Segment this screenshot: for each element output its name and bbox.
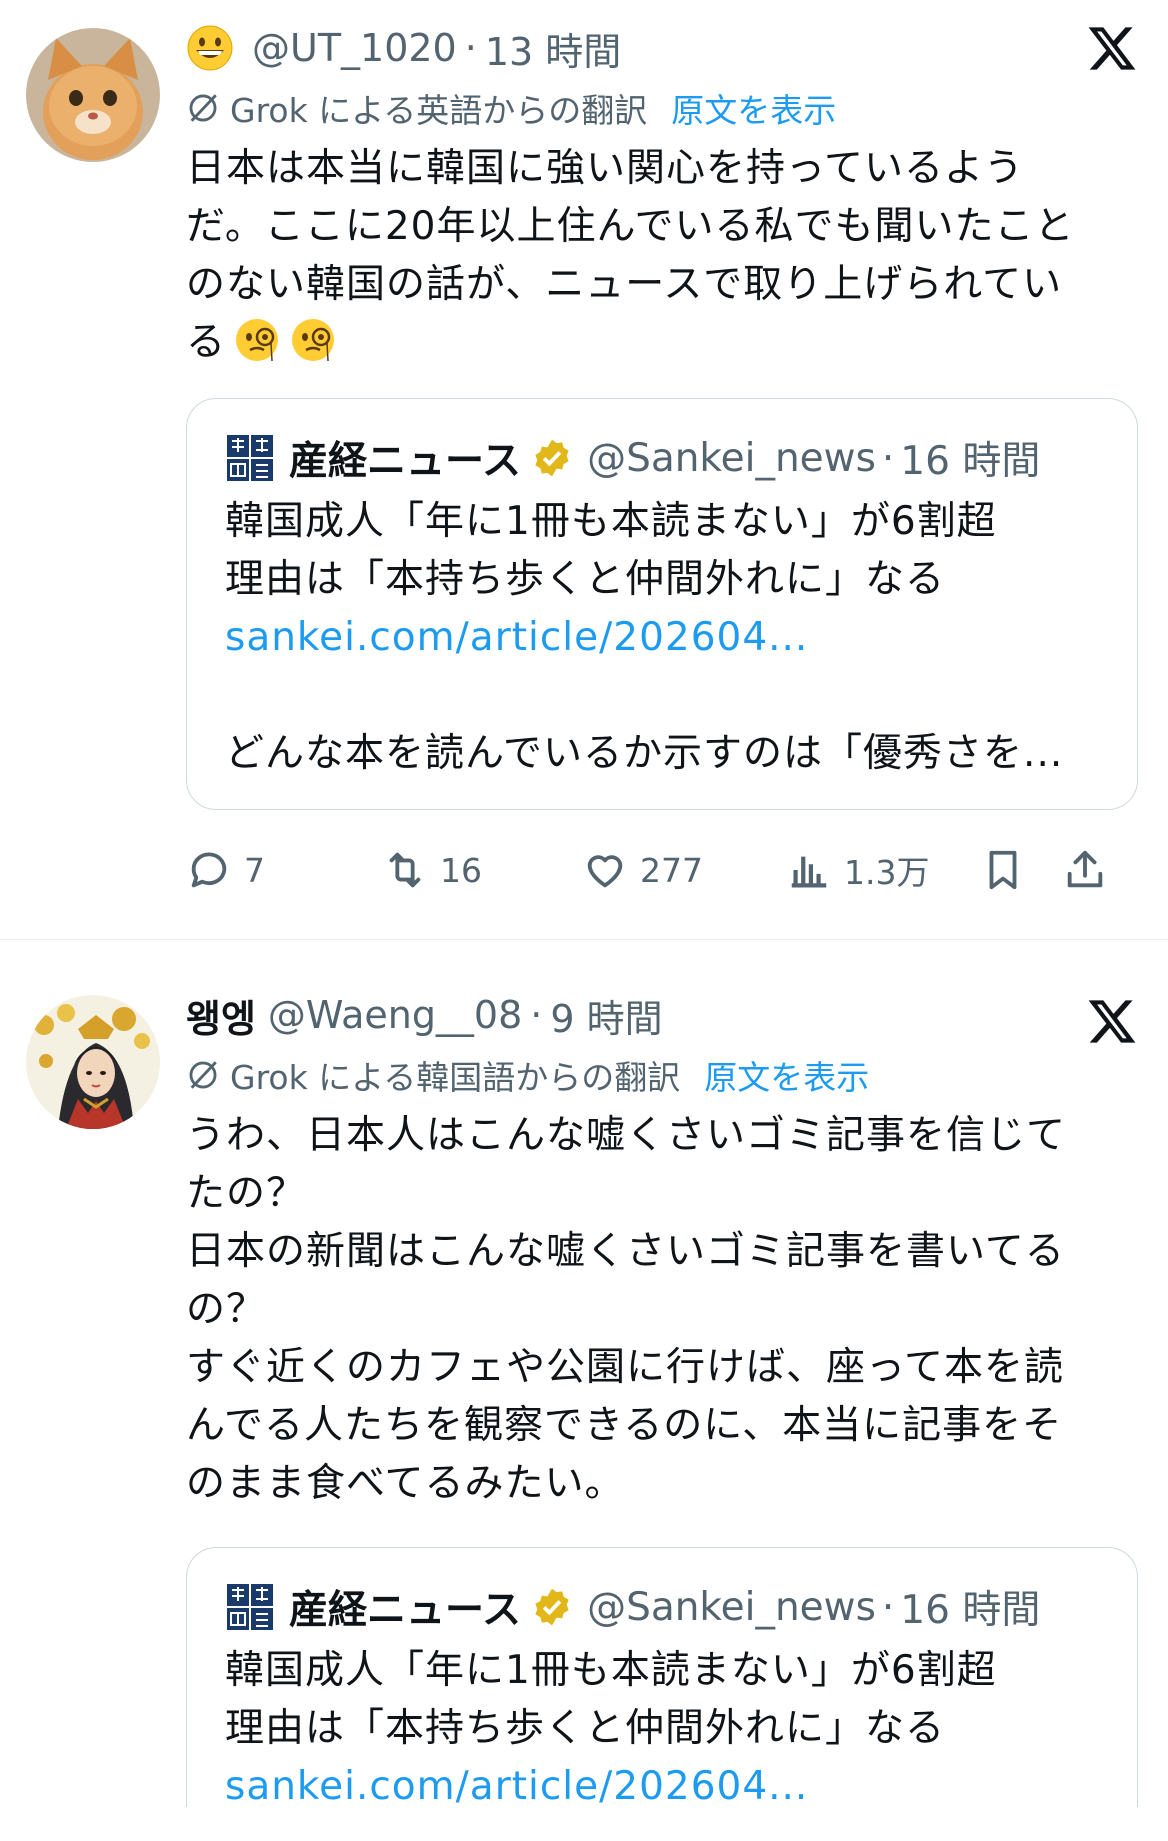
separator-dot: · [464,26,477,70]
tweet-line: 日本は本当に韓国に強い関心を持っているよう [186,146,1025,191]
illustrated-avatar-icon [26,995,160,1129]
verified-badge-icon [535,1588,569,1626]
tweet-line-last: る [186,314,1140,372]
share-icon [1067,850,1103,888]
translation-bar: Grok による韓国語からの翻訳 原文を表示 [186,1047,1140,1103]
like-button[interactable]: 277 [582,847,786,893]
x-logo-icon[interactable] [1086,995,1138,1047]
tweet-line: のまま食べてるみたい。 [186,1461,625,1506]
separator-dot: · [530,993,543,1037]
quoted-tweet[interactable]: 産経ニュース @Sankei_news · 16 時間 韓国成人「年に1冊も本読… [186,1547,1138,1809]
quoted-tweet-body: 韓国成人「年に1冊も本読まない」が6割超 理由は「本持ち歩くと仲間外れに」なる … [225,493,1099,783]
quoted-user-name[interactable]: 産経ニュース [289,1579,521,1635]
avatar[interactable] [26,995,160,1129]
quoted-tweet[interactable]: 産経ニュース @Sankei_news · 16 時間 韓国成人「年に1冊も本読… [186,398,1138,810]
repost-count: 16 [440,850,482,890]
tweet-header: @UT_1020 · 13 時間 [186,18,1140,78]
reply-button[interactable]: 7 [186,847,382,893]
user-handle[interactable]: @Waeng__08 [268,993,522,1037]
quoted-timestamp[interactable]: 16 時間 [900,430,1040,486]
avatar[interactable] [26,28,160,162]
bookmark-icon [989,850,1017,890]
heart-icon [587,855,623,888]
tweet-body: 日本は本当に韓国に強い関心を持っているよう だ。ここに20年以上住んでいる私でも… [186,140,1140,372]
quoted-line: 韓国成人「年に1冊も本読まない」が6割超 [225,499,997,544]
tweet-header: 왱엥 @Waeng__08 · 9 時間 [186,985,1140,1045]
tweet-line: のない韓国の話が、ニュースで取り上げられてい [186,262,1063,307]
face-with-monocle-icon [236,319,279,362]
tweet-line: る [186,320,227,365]
quoted-tweet-header: 産経ニュース @Sankei_news · 16 時間 [225,1578,1099,1636]
sankei-logo-icon[interactable] [225,433,275,483]
timestamp[interactable]: 13 時間 [485,21,621,76]
article-link[interactable]: sankei.com/article/202604... [225,609,1099,667]
grok-icon [189,1061,217,1089]
views-button[interactable]: 1.3万 [786,846,980,894]
grok-icon [189,94,217,122]
translation-note: Grok による韓国語からの翻訳 [230,1058,681,1097]
action-bar: 7 16 277 1.3万 [186,830,1140,910]
article-link[interactable]: sankei.com/article/202604... [225,1758,1099,1816]
timestamp[interactable]: 9 時間 [550,988,662,1043]
view-count: 1.3万 [844,853,930,892]
separator-dot: · [881,1584,895,1630]
user-name[interactable]: 왱엥 [186,988,256,1043]
like-count: 277 [640,850,703,890]
quoted-user-handle[interactable]: @Sankei_news [587,436,876,481]
share-button[interactable] [1062,847,1120,893]
x-logo-icon[interactable] [1086,22,1138,74]
tweet-line: の？ [186,1287,267,1332]
user-handle[interactable]: @UT_1020 [252,26,457,70]
tweet-line: 日本の新聞はこんな嘘くさいゴミ記事を書いてる [186,1229,1065,1274]
quoted-user-name[interactable]: 産経ニュース [289,430,521,486]
show-original-link[interactable]: 原文を表示 [671,84,836,132]
verified-badge-icon [535,439,569,477]
grinning-face-icon [187,25,233,71]
bookmark-button[interactable] [980,847,1062,893]
translation-note: Grok による英語からの翻訳 [230,91,648,130]
tweet-line: うわ、日本人はこんな嘘くさいゴミ記事を信じて [186,1113,1067,1158]
reply-count: 7 [244,850,265,890]
sankei-logo-icon[interactable] [225,1582,275,1632]
analytics-icon [791,856,827,888]
quoted-timestamp[interactable]: 16 時間 [900,1579,1040,1635]
tweet-line: だ。ここに20年以上住んでいる私でも聞いたこと [186,204,1075,249]
quoted-tweet-body: 韓国成人「年に1冊も本読まない」が6割超 理由は「本持ち歩くと仲間外れに」なる … [225,1642,1099,1816]
tweet-body: うわ、日本人はこんな嘘くさいゴミ記事を信じて たの？ 日本の新聞はこんな嘘くさい… [186,1107,1140,1513]
tweet-line: たの？ [186,1171,307,1216]
quoted-line: 理由は「本持ち歩くと仲間外れに」なる [225,1706,946,1751]
tweet[interactable]: 왱엥 @Waeng__08 · 9 時間 Grok による韓国語からの翻訳 原文… [0,985,1168,1809]
tweet[interactable]: @UT_1020 · 13 時間 Grok による英語からの翻訳 原文を表示 日… [0,0,1168,940]
quoted-user-handle[interactable]: @Sankei_news [587,1585,876,1630]
quoted-tweet-header: 産経ニュース @Sankei_news · 16 時間 [225,429,1099,487]
show-original-link[interactable]: 原文を表示 [704,1051,869,1099]
repost-button[interactable]: 16 [382,847,582,893]
reply-icon [191,852,227,888]
quoted-line: 韓国成人「年に1冊も本読まない」が6割超 [225,1648,997,1693]
translation-bar: Grok による英語からの翻訳 原文を表示 [186,80,1140,136]
quoted-line: 理由は「本持ち歩くと仲間外れに」なる [225,557,946,602]
quoted-line: どんな本を読んでいるか示すのは「優秀さを... [225,731,1064,776]
repost-icon [389,852,421,888]
face-with-monocle-icon [292,319,335,362]
cat-avatar-icon [26,28,160,162]
separator-dot: · [881,435,895,481]
tweet-line: すぐ近くのカフェや公園に行けば、座って本を読 [186,1345,1065,1390]
tweet-line: んでる人たちを観察できるのに、本当に記事をそ [186,1403,1063,1448]
